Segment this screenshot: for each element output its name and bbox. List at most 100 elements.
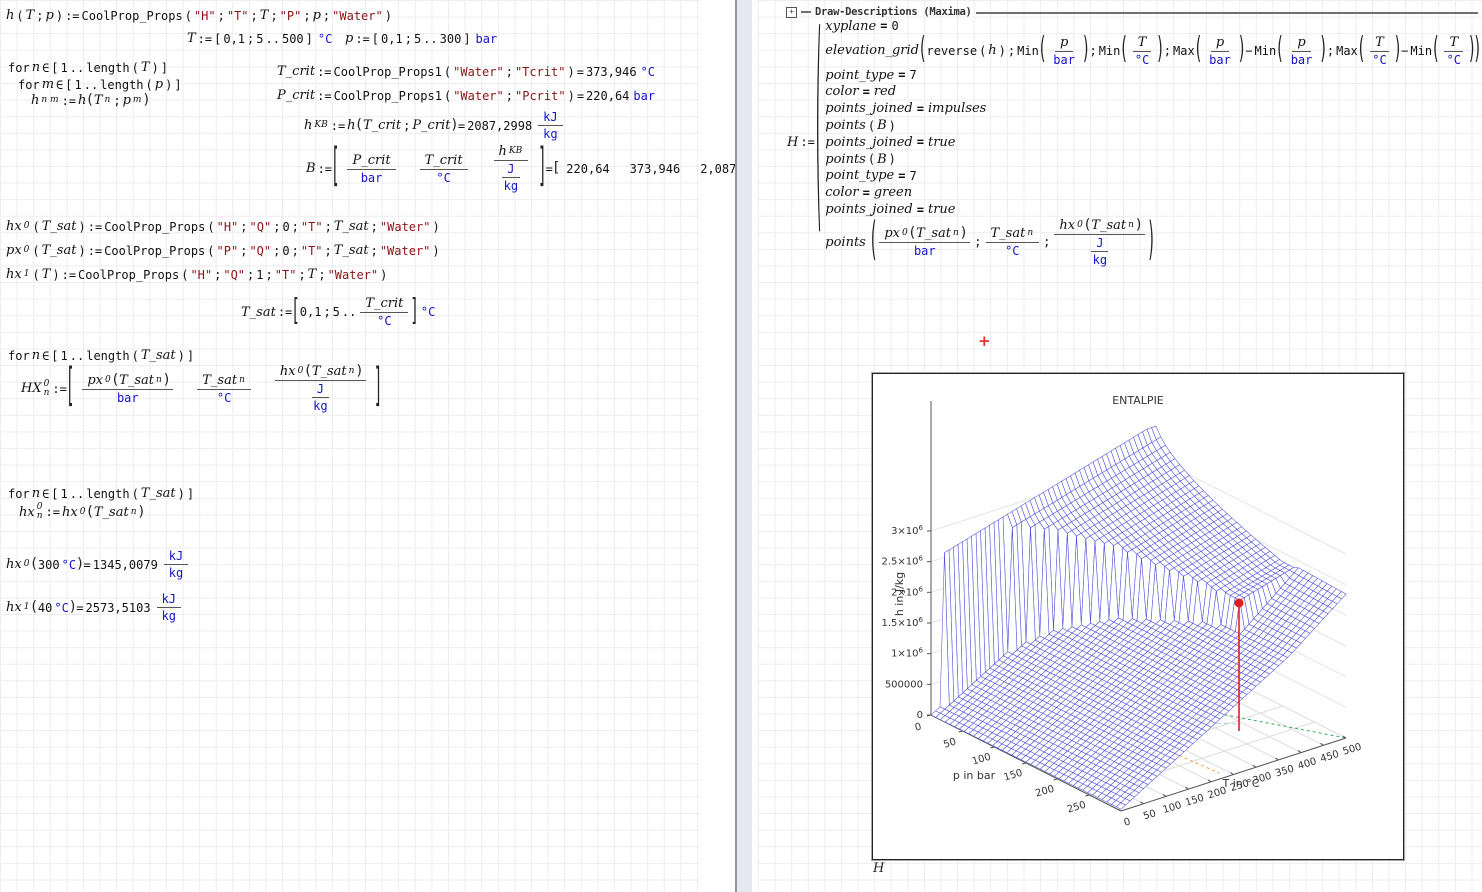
tok-f: Min	[1098, 44, 1122, 58]
formula-H-draw-list[interactable]: H:=(xyplane=0elevation_grid(reverse(h); …	[786, 18, 1480, 267]
tok-n: 0,1	[299, 305, 323, 319]
tok-o: :=	[51, 382, 67, 396]
tok-o: ;	[291, 244, 300, 258]
collapse-toggle-icon[interactable]: +	[786, 7, 797, 18]
tok-u: °C	[1004, 244, 1020, 258]
tok-v: P_crit	[351, 153, 391, 168]
tok-v: T_crit	[362, 118, 402, 133]
draw-option-line: color=green	[824, 184, 913, 201]
tok-o: ;	[265, 268, 274, 282]
formula-p-vector[interactable]: p:=[0,1; 5..300]bar	[344, 31, 498, 46]
tok-o: :=	[64, 9, 80, 23]
tok-b: =	[914, 135, 927, 149]
formula-hx1-def[interactable]: hx1(T):=CoolProp_Props("H"; "Q"; 1; "T";…	[5, 267, 388, 282]
tok-n: 0	[281, 244, 290, 258]
tok-o: ;	[272, 244, 281, 258]
tok-v: T_sat	[333, 219, 370, 234]
tok-s: "H"	[193, 9, 217, 23]
tok-o: ;	[370, 244, 379, 258]
tok-v: h	[498, 144, 508, 159]
tok-f: length	[99, 78, 144, 92]
formula-hx1-40[interactable]: hx1(40 °C)=2573,5103kJkg	[5, 592, 184, 623]
formula-B-matrix[interactable]: B:=[P_critbarT_crit°ChKBJkg]=[220,64373,…	[305, 144, 783, 193]
tok-n: 5	[255, 32, 264, 46]
formula-T-sat-def[interactable]: T_sat:=[0,1; 5..T_crit°C]°C	[240, 296, 436, 328]
tok-o: )	[150, 61, 159, 75]
draw-option-line: points(px0(T_satn)bar; T_satn°C; hx0(T_s…	[824, 218, 1154, 267]
tok-o: :=	[61, 268, 77, 282]
matrix-cell: 373,946	[629, 162, 682, 176]
tok-n: 1	[73, 78, 82, 92]
formula-loop3-for-n[interactable]: for n ∈ [1..length(T_sat)]	[7, 486, 195, 501]
tok-o: ;	[505, 65, 514, 79]
tok-v: B	[305, 161, 317, 176]
tok-o: ;	[112, 94, 121, 108]
plot-variable-label[interactable]: H	[873, 861, 884, 876]
tok-n: 1	[60, 61, 69, 75]
tok-v: p	[312, 8, 322, 23]
bracket-group: (T°C)	[1433, 35, 1474, 67]
formula-loop1-for-n[interactable]: for n ∈ [1..length(T)]	[7, 60, 169, 75]
tok-v: T_sat	[140, 348, 177, 363]
tok-v: hx	[279, 364, 297, 379]
tok-u: bar	[1290, 53, 1314, 67]
formula-px0-def[interactable]: px0(T_sat):=CoolProp_Props("P"; "Q"; 0; …	[5, 243, 441, 258]
fraction: Jkg	[499, 162, 523, 193]
formula-loop2-body[interactable]: HX0 n:=[px0(T_satn)barT_satn°Chx0(T_satn…	[20, 364, 380, 413]
tok-v: points_joined	[824, 202, 913, 217]
p-tick	[1054, 779, 1058, 780]
tok-u: °C	[216, 391, 232, 405]
formula-T-vector[interactable]: T:=[0,1; 5..500]°C	[186, 31, 333, 46]
tok-o: (	[31, 220, 40, 234]
tok-b: =	[895, 169, 908, 183]
bracket-group: (pbar)	[1277, 35, 1326, 67]
tok-v: T	[1448, 35, 1459, 50]
t-tick-label: 0	[1123, 816, 1132, 828]
tok-v: h	[303, 118, 313, 133]
tok-v: n	[31, 486, 41, 501]
tok-n: 500	[281, 32, 305, 46]
formula-h-def[interactable]: h(T; p):=CoolProp_Props("H"; "T"; T; "P"…	[5, 8, 393, 23]
tok-sub: n m	[41, 96, 58, 105]
formula-loop3-body[interactable]: hx0 n:=hx0(T_satn)	[18, 503, 144, 521]
tok-v: T_sat	[201, 373, 238, 388]
tok-v: B	[876, 152, 888, 167]
tok-u: °C	[376, 314, 392, 328]
formula-loop2-for-n[interactable]: for n ∈ [1..length(T_sat)]	[7, 348, 195, 363]
tok-s: "Water"	[452, 65, 505, 79]
formula-loop1-for-m[interactable]: for m ∈ [1..length(p)]	[17, 77, 183, 92]
tok-v: T_sat	[311, 364, 348, 379]
tok-v: points_joined	[824, 101, 913, 116]
t-tick-label: 500	[1342, 742, 1363, 758]
tok-o: )	[177, 487, 186, 501]
tok-v: P_crit	[276, 88, 316, 103]
enthalpy-3d-plot[interactable]: 05000001×1061.5×1062×1062.5×1063×1060501…	[872, 373, 1404, 860]
tok-u: kg	[1092, 253, 1108, 267]
formula-hx0-def[interactable]: hx0(T_sat):=CoolProp_Props("H"; "Q"; 0; …	[5, 219, 441, 234]
tok-o: )	[177, 349, 186, 363]
tok-o: (	[31, 244, 40, 258]
section-label[interactable]: Draw-Descriptions (Maxima)	[815, 6, 972, 18]
tok-o: ;	[291, 220, 300, 234]
tok-o: :=	[799, 135, 815, 149]
formula-loop1-body[interactable]: hn m:=h(Tn; pm)	[30, 93, 149, 108]
section-rule	[976, 12, 1478, 14]
tok-f: CoolProp_Props	[81, 9, 184, 23]
tok-o: :=	[316, 89, 332, 103]
tok-sub: 0	[24, 246, 30, 255]
tok-o: ]	[186, 349, 195, 363]
tok-u: °C	[1371, 53, 1387, 67]
formula-hx0-300[interactable]: hx0(300 °C)=1345,0079kJkg	[5, 549, 191, 580]
formula-T-crit[interactable]: T_crit:=CoolProp_Props1("Water"; "Tcrit"…	[276, 64, 656, 79]
z-tick-label: 0	[917, 710, 923, 721]
tok-o: =	[75, 601, 84, 615]
tok-v: T	[186, 31, 197, 46]
insert-cursor-cross[interactable]: +	[978, 332, 991, 350]
tok-o: ;	[404, 32, 413, 46]
formula-P-crit[interactable]: P_crit:=CoolProp_Props1("Water"; "Pcrit"…	[276, 88, 656, 103]
formula-h-KB[interactable]: hKB:=h(T_crit; P_crit)=2087,2998kJkg	[303, 110, 566, 141]
tok-n: 0,1	[380, 32, 404, 46]
fraction: Jkg	[308, 382, 332, 413]
tok-o: (	[867, 152, 876, 166]
tok-sub: n	[105, 96, 111, 105]
